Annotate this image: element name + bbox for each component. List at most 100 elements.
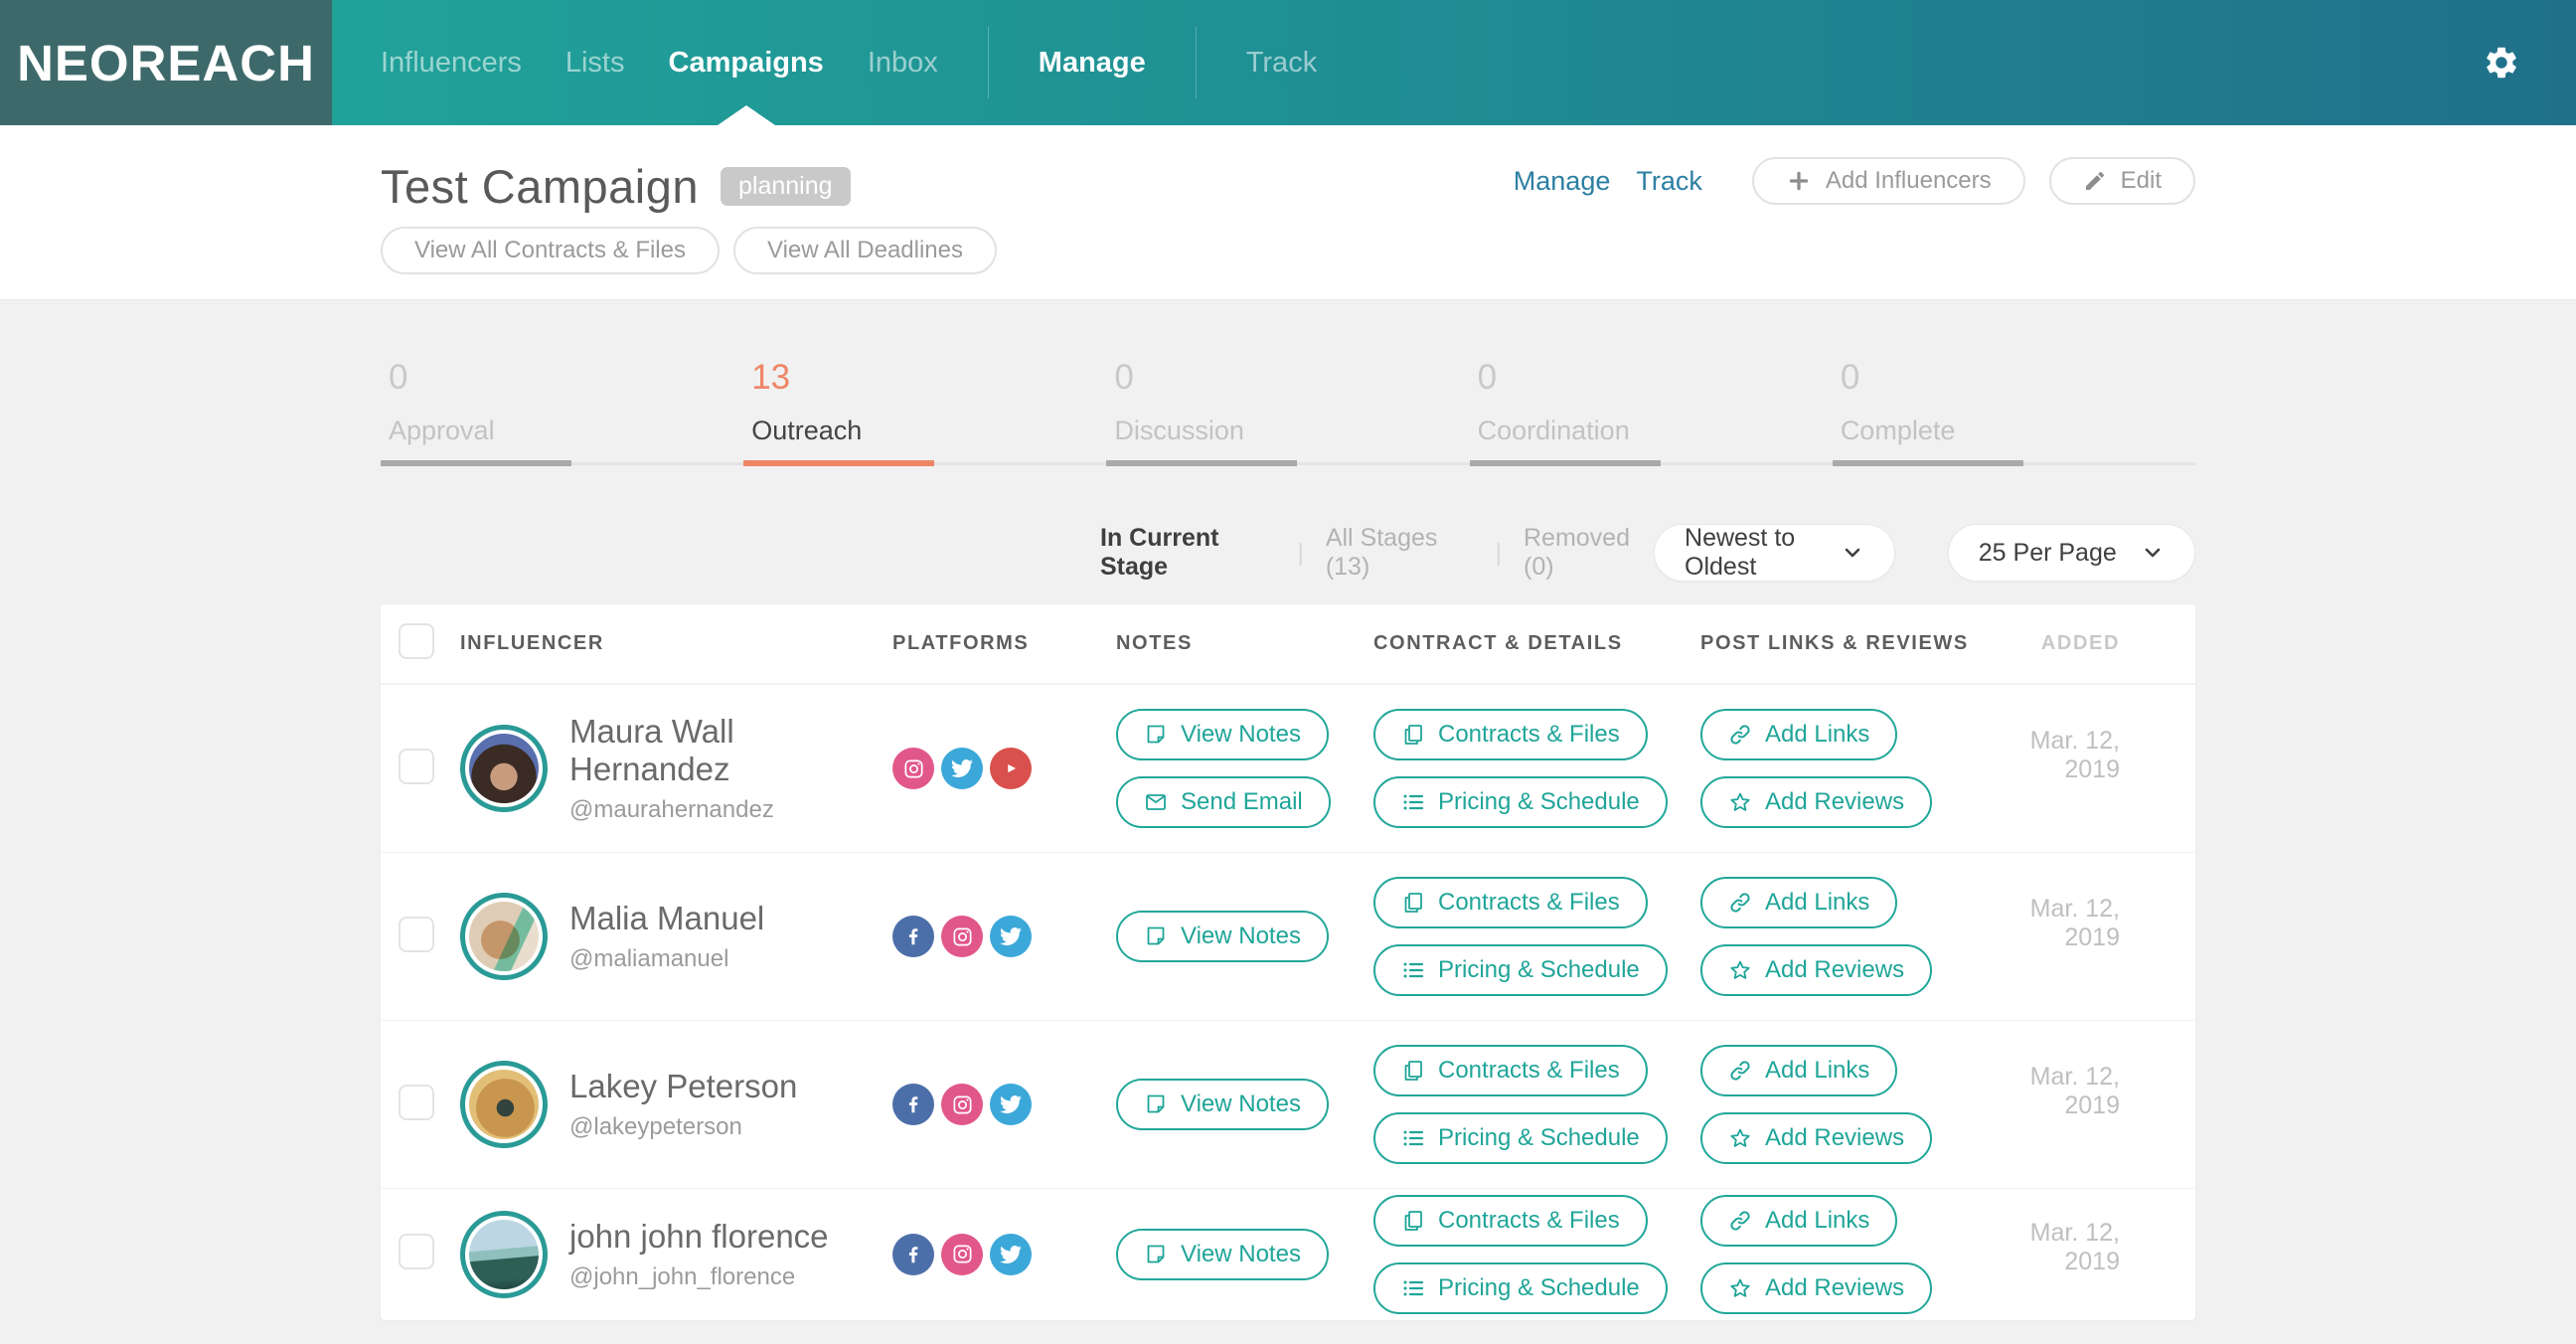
brand-logo[interactable]: NEOREACH [0,0,332,125]
link-icon [1728,1059,1752,1083]
list-icon [1401,790,1425,814]
scope-removed[interactable]: Removed (0) [1524,524,1654,582]
contracts-files-button[interactable]: Contracts & Files [1373,1195,1648,1247]
add-links-button[interactable]: Add Links [1700,1045,1897,1096]
row-checkbox[interactable] [399,1234,434,1269]
twitter-icon[interactable] [990,916,1032,957]
avatar[interactable] [460,1061,548,1148]
select-all-checkbox[interactable] [399,623,434,659]
contracts-files-label: Contracts & Files [1438,1207,1620,1235]
contracts-files-button[interactable]: Contracts & Files [1373,709,1648,760]
header-sub-buttons: View All Contracts & Files View All Dead… [381,227,997,274]
documents-icon [1401,891,1425,915]
nav-lists[interactable]: Lists [565,0,625,125]
view-notes-button[interactable]: View Notes [1116,709,1329,760]
pricing-schedule-button[interactable]: Pricing & Schedule [1373,944,1668,996]
stage-count: 0 [1470,358,1833,398]
per-page-select[interactable]: 25 Per Page [1948,524,2195,582]
add-links-label: Add Links [1765,721,1869,749]
note-icon [1144,924,1168,948]
stage-underline [1470,462,1833,465]
scope-in-current-stage[interactable]: In Current Stage [1100,524,1275,582]
nav-influencers[interactable]: Influencers [381,0,522,125]
twitter-icon[interactable] [990,1234,1032,1275]
pricing-schedule-button[interactable]: Pricing & Schedule [1373,1262,1668,1314]
contracts-files-label: Contracts & Files [1438,1057,1620,1085]
nav-campaigns[interactable]: Campaigns [669,0,824,125]
instagram-icon[interactable] [941,1084,983,1125]
instagram-icon[interactable] [941,1234,983,1275]
col-notes: NOTES [1116,632,1373,655]
facebook-icon[interactable] [892,916,934,957]
view-notes-button[interactable]: View Notes [1116,1079,1329,1130]
edit-button[interactable]: Edit [2049,157,2195,205]
scope-separator: | [1297,539,1304,568]
add-links-label: Add Links [1765,1057,1869,1085]
avatar[interactable] [460,1211,548,1298]
add-links-button[interactable]: Add Links [1700,877,1897,928]
add-reviews-button[interactable]: Add Reviews [1700,944,1932,996]
nav-manage[interactable]: Manage [1039,0,1146,125]
twitter-icon[interactable] [941,748,983,789]
chevron-down-icon [2141,541,2165,565]
manage-link[interactable]: Manage [1514,166,1611,197]
stage-tabs: 0 Approval 13 Outreach 0 Discussion 0 Co… [381,358,2195,465]
twitter-icon[interactable] [990,1084,1032,1125]
influencer-name: john john florence [569,1218,829,1256]
view-all-deadlines-button[interactable]: View All Deadlines [733,227,997,274]
contracts-files-button[interactable]: Contracts & Files [1373,877,1648,928]
contracts-files-button[interactable]: Contracts & Files [1373,1045,1648,1096]
stage-label: Coordination [1470,416,1833,446]
add-links-button[interactable]: Add Links [1700,1195,1897,1247]
add-influencers-button[interactable]: Add Influencers [1752,157,2025,205]
avatar[interactable] [460,725,548,812]
add-reviews-label: Add Reviews [1765,788,1904,816]
add-reviews-button[interactable]: Add Reviews [1700,776,1932,828]
note-icon [1144,1243,1168,1266]
instagram-icon[interactable] [941,916,983,957]
sort-order-value: Newest to Oldest [1685,524,1841,582]
youtube-icon[interactable] [990,748,1032,789]
track-link[interactable]: Track [1636,166,1702,197]
added-date: Mar. 12, 2019 [2030,1219,2120,1275]
avatar[interactable] [460,893,548,980]
row-checkbox[interactable] [399,917,434,952]
link-icon [1728,723,1752,747]
link-icon [1728,891,1752,915]
view-notes-button[interactable]: View Notes [1116,911,1329,962]
view-all-contracts-button[interactable]: View All Contracts & Files [381,227,720,274]
facebook-icon[interactable] [892,1084,934,1125]
add-reviews-button[interactable]: Add Reviews [1700,1262,1932,1314]
add-links-button[interactable]: Add Links [1700,709,1897,760]
stage-tab-outreach[interactable]: 13 Outreach [743,358,1106,465]
settings-gear-icon[interactable] [2483,44,2520,82]
add-influencers-label: Add Influencers [1826,167,1992,195]
avatar-image [469,902,539,971]
nav-track[interactable]: Track [1246,0,1317,125]
pricing-schedule-button[interactable]: Pricing & Schedule [1373,1112,1668,1164]
scope-all-stages[interactable]: All Stages (13) [1326,524,1474,582]
list-filter-row: In Current Stage | All Stages (13) | Rem… [381,524,2195,582]
stage-tab-complete[interactable]: 0 Complete [1833,358,2195,465]
view-notes-button[interactable]: View Notes [1116,1229,1329,1280]
send-email-button[interactable]: Send Email [1116,776,1331,828]
link-icon [1728,1209,1752,1233]
add-reviews-button[interactable]: Add Reviews [1700,1112,1932,1164]
stage-tab-discussion[interactable]: 0 Discussion [1106,358,1469,465]
facebook-icon[interactable] [892,1234,934,1275]
instagram-icon[interactable] [892,748,934,789]
row-checkbox[interactable] [399,749,434,784]
top-navbar: NEOREACH Influencers Lists Campaigns Inb… [0,0,2576,125]
nav-inbox[interactable]: Inbox [868,0,938,125]
stage-tab-approval[interactable]: 0 Approval [381,358,743,465]
page-title: Test Campaign [381,159,699,214]
table-row: Lakey Peterson @lakeypeterson View Notes… [381,1020,2195,1188]
row-checkbox[interactable] [399,1085,434,1120]
sort-order-select[interactable]: Newest to Oldest [1654,524,1895,582]
added-date: Mar. 12, 2019 [2030,727,2120,783]
pricing-schedule-button[interactable]: Pricing & Schedule [1373,776,1668,828]
plus-icon [1786,168,1812,194]
stage-tab-coordination[interactable]: 0 Coordination [1470,358,1833,465]
nav-divider [1196,27,1197,98]
pencil-icon [2083,169,2107,193]
